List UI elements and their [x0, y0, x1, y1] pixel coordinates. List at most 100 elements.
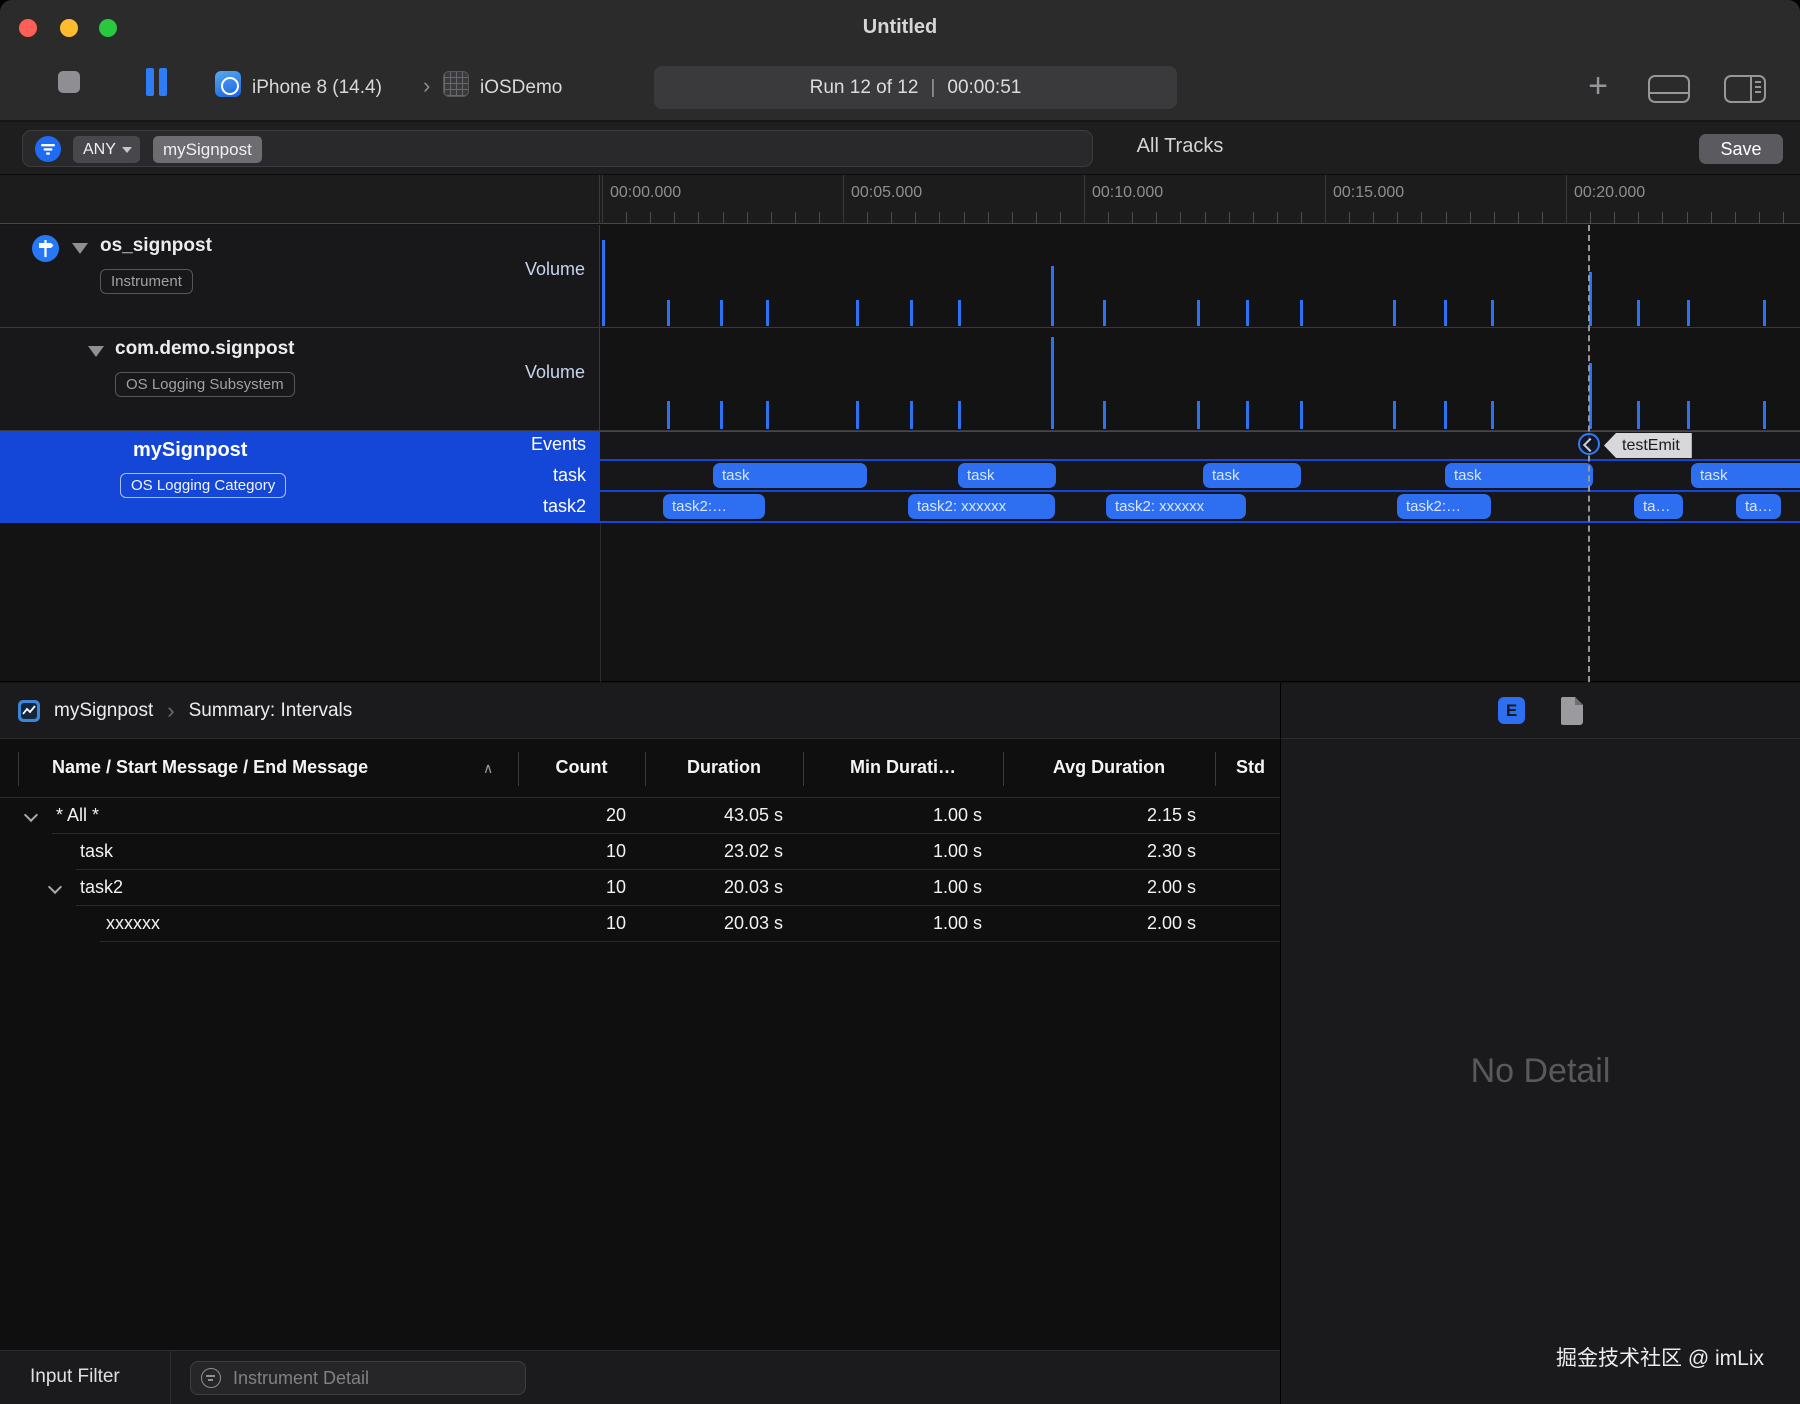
lane-label-volume: Volume: [524, 362, 585, 382]
ruler-tick: [963, 212, 965, 224]
extended-detail-icon[interactable]: E: [1498, 697, 1525, 724]
table-row[interactable]: * All * 20 43.05 s 1.00 s 2.15 s: [0, 798, 1280, 834]
ruler-time-label: 00:10.000: [1092, 184, 1164, 201]
row-name: task: [80, 841, 114, 861]
interval-bar[interactable]: task: [713, 463, 867, 488]
ruler-tick: [1156, 212, 1158, 224]
lane-task2[interactable]: task2:… task2: xxxxxx task2: xxxxxx task2:……: [600, 492, 1800, 521]
ruler-tick: [1059, 212, 1061, 224]
document-icon[interactable]: [1561, 696, 1583, 725]
plus-icon[interactable]: +: [1580, 67, 1616, 107]
ruler-tick: [1035, 212, 1037, 224]
stop-icon[interactable]: [58, 71, 80, 93]
volume-spike: [720, 300, 723, 326]
row-disclosure-icon[interactable]: [23, 807, 39, 823]
ruler-tick: [1469, 212, 1471, 224]
save-button[interactable]: Save: [1699, 134, 1783, 164]
filter-token[interactable]: mySignpost: [153, 136, 262, 163]
ruler-tick: [1445, 212, 1447, 224]
track-title: com.demo.signpost: [115, 338, 295, 359]
ruler-gridline: [1084, 175, 1085, 224]
column-header-name[interactable]: Name / Start Message / End Message: [52, 757, 368, 778]
ruler-tick: [987, 212, 989, 224]
ruler-gridline: [602, 175, 603, 224]
ruler-tick: [1517, 212, 1519, 224]
device-name[interactable]: iPhone 8 (14.4): [252, 77, 382, 99]
column-header-min-duration[interactable]: Min Durati…: [803, 757, 1003, 778]
ruler-left-spacer: [0, 175, 600, 224]
detail-filter-field[interactable]: [190, 1361, 526, 1395]
ruler-time-label: 00:00.000: [610, 184, 682, 201]
pause-icon[interactable]: [146, 68, 168, 96]
ruler-tick: [1397, 212, 1399, 224]
ruler-tick: [746, 212, 748, 224]
column-header-count[interactable]: Count: [518, 757, 645, 778]
disclosure-triangle-icon[interactable]: [72, 243, 88, 254]
track-row-com-demo-signpost[interactable]: com.demo.signpost OS Logging Subsystem V…: [0, 328, 1800, 431]
column-header-std[interactable]: Std: [1236, 757, 1265, 778]
interval-bar[interactable]: task2: xxxxxx: [1106, 494, 1246, 519]
interval-bar[interactable]: task: [958, 463, 1056, 488]
interval-bar[interactable]: task2:…: [1397, 494, 1491, 519]
filter-circle-icon: [201, 1368, 221, 1388]
ruler-tick: [1541, 212, 1543, 224]
track-badge: OS Logging Category: [120, 473, 287, 498]
toolbar: iPhone 8 (14.4) › iOSDemo Run 12 of 12 |…: [0, 55, 1800, 121]
lane-events[interactable]: testEmit: [600, 432, 1800, 459]
track-body-selected[interactable]: testEmit task task task task task task2:… tas…: [600, 431, 1800, 523]
event-flag[interactable]: testEmit: [1604, 433, 1692, 458]
match-mode-dropdown[interactable]: ANY: [73, 136, 140, 163]
track-row-os-signpost[interactable]: os_signpost Instrument Volume: [0, 225, 1800, 328]
table-row[interactable]: task 10 23.02 s 1.00 s 2.30 s: [0, 834, 1280, 870]
breadcrumb-item-summary[interactable]: Summary: Intervals: [189, 700, 353, 722]
app-icon[interactable]: [443, 71, 469, 97]
column-divider[interactable]: [1215, 752, 1216, 786]
interval-bar[interactable]: ta…: [1634, 494, 1683, 519]
sort-ascending-icon[interactable]: ∧: [483, 760, 493, 777]
row-value: 2.15 s: [1146, 805, 1196, 825]
column-header-duration[interactable]: Duration: [645, 757, 803, 778]
interval-bar[interactable]: task2:…: [663, 494, 765, 519]
interval-bar[interactable]: task: [1691, 463, 1800, 488]
track-header[interactable]: os_signpost Instrument Volume: [0, 225, 600, 327]
interval-bar[interactable]: task: [1445, 463, 1593, 488]
lane-task[interactable]: task task task task task: [600, 461, 1800, 490]
row-value: 23.02 s: [723, 841, 783, 861]
row-disclosure-icon[interactable]: [47, 879, 63, 895]
timeline-ruler-band: 00:00.000 00:05.000 00:10.000 00:15.000 00:2…: [0, 175, 1800, 224]
track-filter-field[interactable]: ANY mySignpost: [22, 130, 1093, 167]
device-icon[interactable]: [215, 71, 241, 97]
breadcrumb-item-instrument[interactable]: mySignpost: [54, 700, 153, 722]
track-row-mysignpost-selected[interactable]: mySignpost OS Logging Category Events ta…: [0, 431, 1800, 523]
column-header-avg-duration[interactable]: Avg Duration: [1003, 757, 1215, 778]
interval-bar[interactable]: task2: xxxxxx: [908, 494, 1055, 519]
interval-bar[interactable]: ta…: [1736, 494, 1781, 519]
volume-spike: [720, 401, 723, 429]
interval-bar[interactable]: task: [1203, 463, 1301, 488]
volume-spike: [856, 300, 859, 326]
row-name: * All *: [56, 805, 100, 825]
disclosure-triangle-icon[interactable]: [88, 346, 104, 357]
table-row[interactable]: task2 10 20.03 s 1.00 s 2.00 s: [0, 870, 1280, 906]
track-header[interactable]: mySignpost OS Logging Category Events ta…: [0, 431, 600, 523]
detail-filter-input[interactable]: [233, 1365, 513, 1391]
app-name[interactable]: iOSDemo: [480, 77, 562, 99]
bottom-panel-icon[interactable]: [1648, 75, 1690, 103]
volume-spike: [1246, 401, 1249, 429]
volume-spike: [1444, 401, 1447, 429]
volume-spike: [958, 401, 961, 429]
table-row[interactable]: xxxxxx 10 20.03 s 1.00 s 2.00 s: [0, 906, 1280, 942]
timeline-ruler[interactable]: 00:00.000 00:05.000 00:10.000 00:15.000 00:2…: [600, 175, 1800, 224]
volume-spike: [766, 300, 769, 326]
event-marker-icon[interactable]: [1578, 433, 1600, 455]
track-body-0[interactable]: [600, 225, 1800, 327]
ruler-tick: [770, 212, 772, 224]
footer-divider: [170, 1351, 171, 1404]
track-body-1[interactable]: [600, 328, 1800, 430]
ruler-tick: [818, 212, 820, 224]
right-panel-icon[interactable]: [1724, 75, 1766, 103]
row-value: 1.00 s: [932, 877, 982, 897]
titlebar: Untitled: [0, 0, 1800, 55]
ruler-tick: [1638, 212, 1640, 224]
track-header[interactable]: com.demo.signpost OS Logging Subsystem V…: [0, 328, 600, 430]
